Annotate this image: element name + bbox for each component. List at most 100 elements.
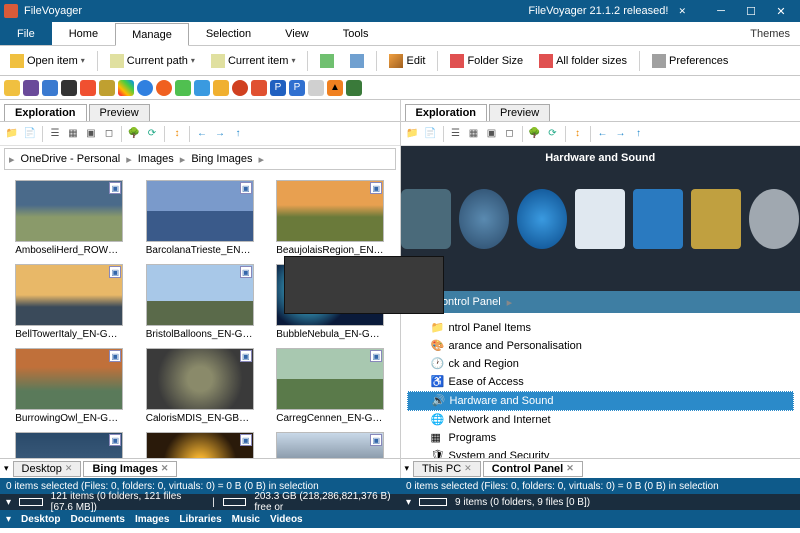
- thumbnail-item[interactable]: ▣CalorisMDIS_EN-GB781…: [139, 348, 262, 424]
- expand-icon[interactable]: ▾: [406, 497, 411, 508]
- pt-thumbs-icon[interactable]: ▣: [484, 126, 500, 142]
- qn-videos[interactable]: Videos: [270, 514, 303, 525]
- close-icon[interactable]: ✕: [464, 463, 472, 474]
- pt-newfolder-icon[interactable]: 📁: [405, 126, 421, 142]
- tree-item[interactable]: 🛡System and Security: [407, 447, 795, 458]
- tree-item[interactable]: ▦Programs: [407, 429, 795, 447]
- menu-manage[interactable]: Manage: [115, 23, 189, 46]
- bc-root-icon[interactable]: ▸: [9, 153, 15, 166]
- all-sizes-button[interactable]: All folder sizes: [533, 51, 633, 71]
- pt-largeicon-icon[interactable]: ◻: [101, 126, 117, 142]
- open-item-button[interactable]: Open item ▾: [4, 51, 91, 71]
- ql-firefox-icon[interactable]: [156, 80, 172, 96]
- thumbnail-item[interactable]: ▣: [139, 432, 262, 458]
- pt-details-icon[interactable]: ▦: [466, 126, 482, 142]
- tree-item[interactable]: 📁ntrol Panel Items: [407, 319, 795, 337]
- maximize-button[interactable]: ☐: [736, 0, 766, 22]
- minimize-button[interactable]: ─: [706, 0, 736, 22]
- thumbnail-item[interactable]: ▣CarregCennen_EN-GB1…: [269, 348, 392, 424]
- ql-app2-icon[interactable]: [42, 80, 58, 96]
- picture2-button[interactable]: [344, 51, 370, 71]
- right-btab-cp[interactable]: Control Panel✕: [483, 461, 583, 477]
- pt-tree-icon[interactable]: 🌳: [126, 126, 142, 142]
- thumbnail-item[interactable]: ▣AmboseliHerd_ROW65…: [8, 180, 131, 256]
- ql-app3-icon[interactable]: [80, 80, 96, 96]
- ql-app10-icon[interactable]: [308, 80, 324, 96]
- ql-brave-icon[interactable]: [251, 80, 267, 96]
- pt-tree-icon[interactable]: 🌳: [527, 126, 543, 142]
- ql-app1-icon[interactable]: [23, 80, 39, 96]
- pt-refresh-icon[interactable]: ⟳: [144, 126, 160, 142]
- close-icon[interactable]: ✕: [161, 463, 169, 474]
- pt-fwd-icon[interactable]: →: [613, 126, 629, 142]
- right-btab-thispc[interactable]: This PC✕: [413, 461, 481, 477]
- ql-app11-icon[interactable]: [346, 80, 362, 96]
- menu-tools[interactable]: Tools: [326, 22, 386, 45]
- expand-icon[interactable]: ▾: [6, 497, 11, 508]
- ql-app6-icon[interactable]: [194, 80, 210, 96]
- pt-largeicon-icon[interactable]: ◻: [502, 126, 518, 142]
- bc-images[interactable]: Images: [136, 153, 176, 165]
- ql-edge-icon[interactable]: [137, 80, 153, 96]
- thumbnail-item[interactable]: ▣: [8, 432, 131, 458]
- pt-newfolder-icon[interactable]: 📁: [4, 126, 20, 142]
- thumbnail-item[interactable]: ▣BurrowingOwl_EN-GB8…: [8, 348, 131, 424]
- pt-newfile-icon[interactable]: 📄: [22, 126, 38, 142]
- ql-opera-icon[interactable]: [232, 80, 248, 96]
- menu-home[interactable]: Home: [52, 22, 115, 45]
- current-path-button[interactable]: Current path ▾: [104, 51, 201, 71]
- left-tab-preview[interactable]: Preview: [89, 104, 150, 121]
- pt-back-icon[interactable]: ←: [194, 126, 210, 142]
- menu-file[interactable]: File: [0, 22, 52, 45]
- pt-list-icon[interactable]: ☰: [47, 126, 63, 142]
- thumbnail-item[interactable]: ▣: [269, 432, 392, 458]
- pt-newfile-icon[interactable]: 📄: [423, 126, 439, 142]
- tab-expand-icon[interactable]: ▾: [405, 463, 410, 474]
- qn-libraries[interactable]: Libraries: [179, 514, 221, 525]
- tree-item[interactable]: 🎨arance and Personalisation: [407, 337, 795, 355]
- ql-app5-icon[interactable]: [175, 80, 191, 96]
- ql-app8-icon[interactable]: P: [270, 80, 286, 96]
- ql-app7-icon[interactable]: [213, 80, 229, 96]
- preferences-button[interactable]: Preferences: [646, 51, 734, 71]
- ql-vlc-icon[interactable]: ▲: [327, 80, 343, 96]
- ql-app4-icon[interactable]: [99, 80, 115, 96]
- tree-item[interactable]: ♿Ease of Access: [407, 373, 795, 391]
- pt-back-icon[interactable]: ←: [595, 126, 611, 142]
- pt-details-icon[interactable]: ▦: [65, 126, 81, 142]
- right-tab-exploration[interactable]: Exploration: [405, 104, 488, 121]
- qn-music[interactable]: Music: [232, 514, 260, 525]
- tree-item[interactable]: 🌐Network and Internet: [407, 411, 795, 429]
- left-btab-desktop[interactable]: Desktop✕: [13, 461, 82, 477]
- right-tab-preview[interactable]: Preview: [489, 104, 550, 121]
- ql-app9-icon[interactable]: P: [289, 80, 305, 96]
- close-banner-icon[interactable]: ✕: [678, 6, 686, 17]
- picture-button[interactable]: [314, 51, 340, 71]
- qn-expand-icon[interactable]: ▾: [6, 514, 11, 525]
- pt-fwd-icon[interactable]: →: [212, 126, 228, 142]
- pt-thumbs-icon[interactable]: ▣: [83, 126, 99, 142]
- left-btab-bing[interactable]: Bing Images✕: [83, 461, 177, 477]
- bc-onedrive[interactable]: OneDrive - Personal: [19, 153, 123, 165]
- close-icon[interactable]: ✕: [65, 463, 73, 474]
- thumbnail-item[interactable]: ▣BristolBalloons_EN-GB…: [139, 264, 262, 340]
- menu-themes[interactable]: Themes: [740, 22, 800, 45]
- ql-chrome-icon[interactable]: [118, 80, 134, 96]
- thumbnail-item[interactable]: ▣BellTowerItaly_EN-GB73…: [8, 264, 131, 340]
- tree-item[interactable]: 🕐ck and Region: [407, 355, 795, 373]
- pt-list-icon[interactable]: ☰: [448, 126, 464, 142]
- pt-sort-icon[interactable]: ↕: [169, 126, 185, 142]
- pt-up-icon[interactable]: ↑: [230, 126, 246, 142]
- menu-selection[interactable]: Selection: [189, 22, 268, 45]
- close-button[interactable]: ✕: [766, 0, 796, 22]
- ql-terminal-icon[interactable]: [61, 80, 77, 96]
- bc-bingimages[interactable]: Bing Images: [189, 153, 254, 165]
- menu-view[interactable]: View: [268, 22, 326, 45]
- edit-button[interactable]: Edit: [383, 51, 431, 71]
- qn-images[interactable]: Images: [135, 514, 169, 525]
- close-icon[interactable]: ✕: [566, 463, 574, 474]
- qn-desktop[interactable]: Desktop: [21, 514, 60, 525]
- qn-documents[interactable]: Documents: [70, 514, 124, 525]
- pt-refresh-icon[interactable]: ⟳: [545, 126, 561, 142]
- release-banner[interactable]: FileVoyager 21.1.2 released!: [528, 5, 668, 17]
